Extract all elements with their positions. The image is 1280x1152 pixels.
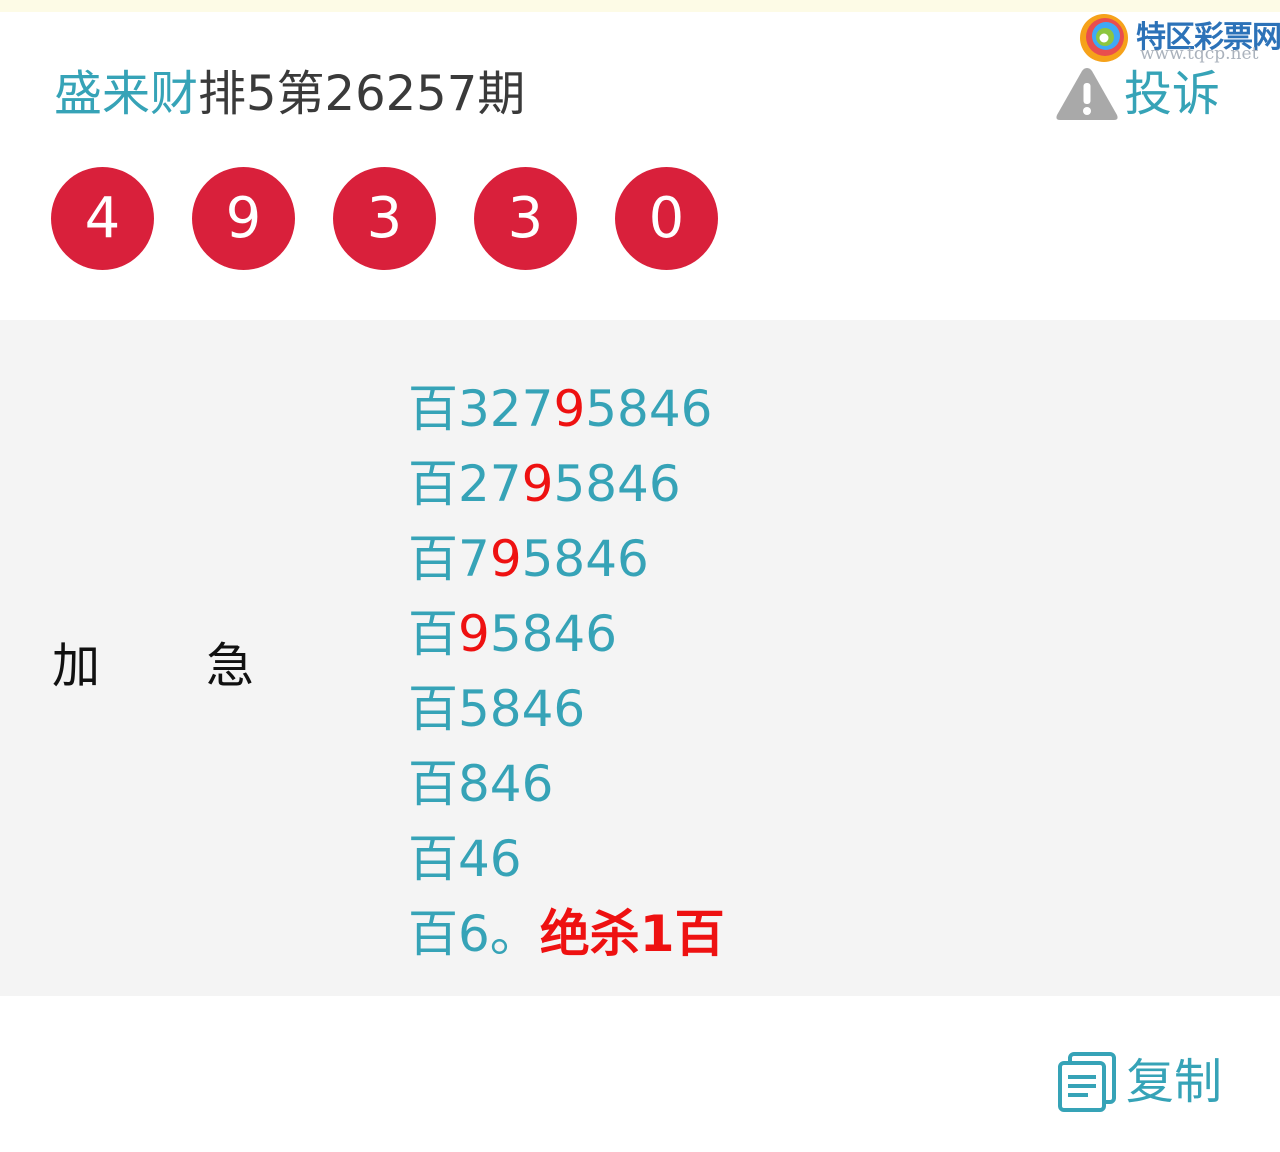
kill-note: 绝杀1百 — [539, 905, 725, 963]
complain-button[interactable]: 投诉 — [1054, 62, 1220, 126]
prediction-line: 百2795846 — [408, 447, 725, 522]
issue-label: 排5第26257期 — [198, 66, 526, 122]
draw-ball: 9 — [192, 167, 295, 270]
prediction-line: 百32795846 — [408, 372, 725, 447]
prediction-line: 百5846 — [408, 672, 725, 747]
draw-ball: 3 — [333, 167, 436, 270]
swirl-logo-icon — [1080, 14, 1128, 62]
page-title: 盛来财排5第26257期 — [54, 62, 525, 126]
copy-document-icon — [1058, 1052, 1116, 1112]
prediction-line: 百846 — [408, 747, 725, 822]
line-rest: 5846 — [521, 530, 649, 588]
warning-triangle-icon — [1056, 68, 1118, 120]
tag-char-1: 加 — [52, 638, 101, 694]
line-prefix: 百7 — [408, 530, 490, 588]
prediction-line: 百46 — [408, 822, 725, 897]
watermark-url: www.tqcp.net — [1140, 44, 1259, 64]
prediction-line: 百795846 — [408, 522, 725, 597]
tag-char-2: 急 — [206, 638, 255, 694]
line-highlight: 9 — [458, 605, 490, 663]
author-name[interactable]: 盛来财 — [54, 66, 198, 122]
line-prefix: 百5846 — [408, 680, 586, 738]
draw-ball: 3 — [474, 167, 577, 270]
copy-label: 复制 — [1126, 1054, 1223, 1110]
line-prefix: 百 — [408, 605, 458, 663]
draw-ball: 0 — [615, 167, 718, 270]
copy-button[interactable]: 复制 — [1056, 1050, 1222, 1114]
line-prefix: 百27 — [408, 455, 522, 513]
line-prefix: 百6。 — [408, 905, 540, 963]
line-highlight: 9 — [489, 530, 522, 588]
prediction-lines: 百32795846 百2795846 百795846 百95846 百5846 … — [408, 372, 725, 972]
draw-ball: 4 — [51, 167, 154, 270]
prediction-line: 百6。绝杀1百 — [408, 897, 725, 972]
line-rest: 5846 — [553, 455, 681, 513]
line-rest: 5846 — [489, 605, 618, 663]
site-watermark: 特区彩票网 www.tqcp.net — [1078, 10, 1280, 70]
complain-label: 投诉 — [1124, 66, 1221, 122]
line-rest: 5846 — [585, 380, 713, 438]
line-highlight: 9 — [553, 380, 586, 438]
prediction-line: 百95846 — [408, 597, 725, 672]
draw-result: 4 9 3 3 0 — [51, 167, 756, 270]
line-prefix: 百327 — [408, 380, 554, 438]
line-highlight: 9 — [521, 455, 554, 513]
line-prefix: 百846 — [408, 755, 554, 813]
line-prefix: 百46 — [408, 830, 522, 888]
